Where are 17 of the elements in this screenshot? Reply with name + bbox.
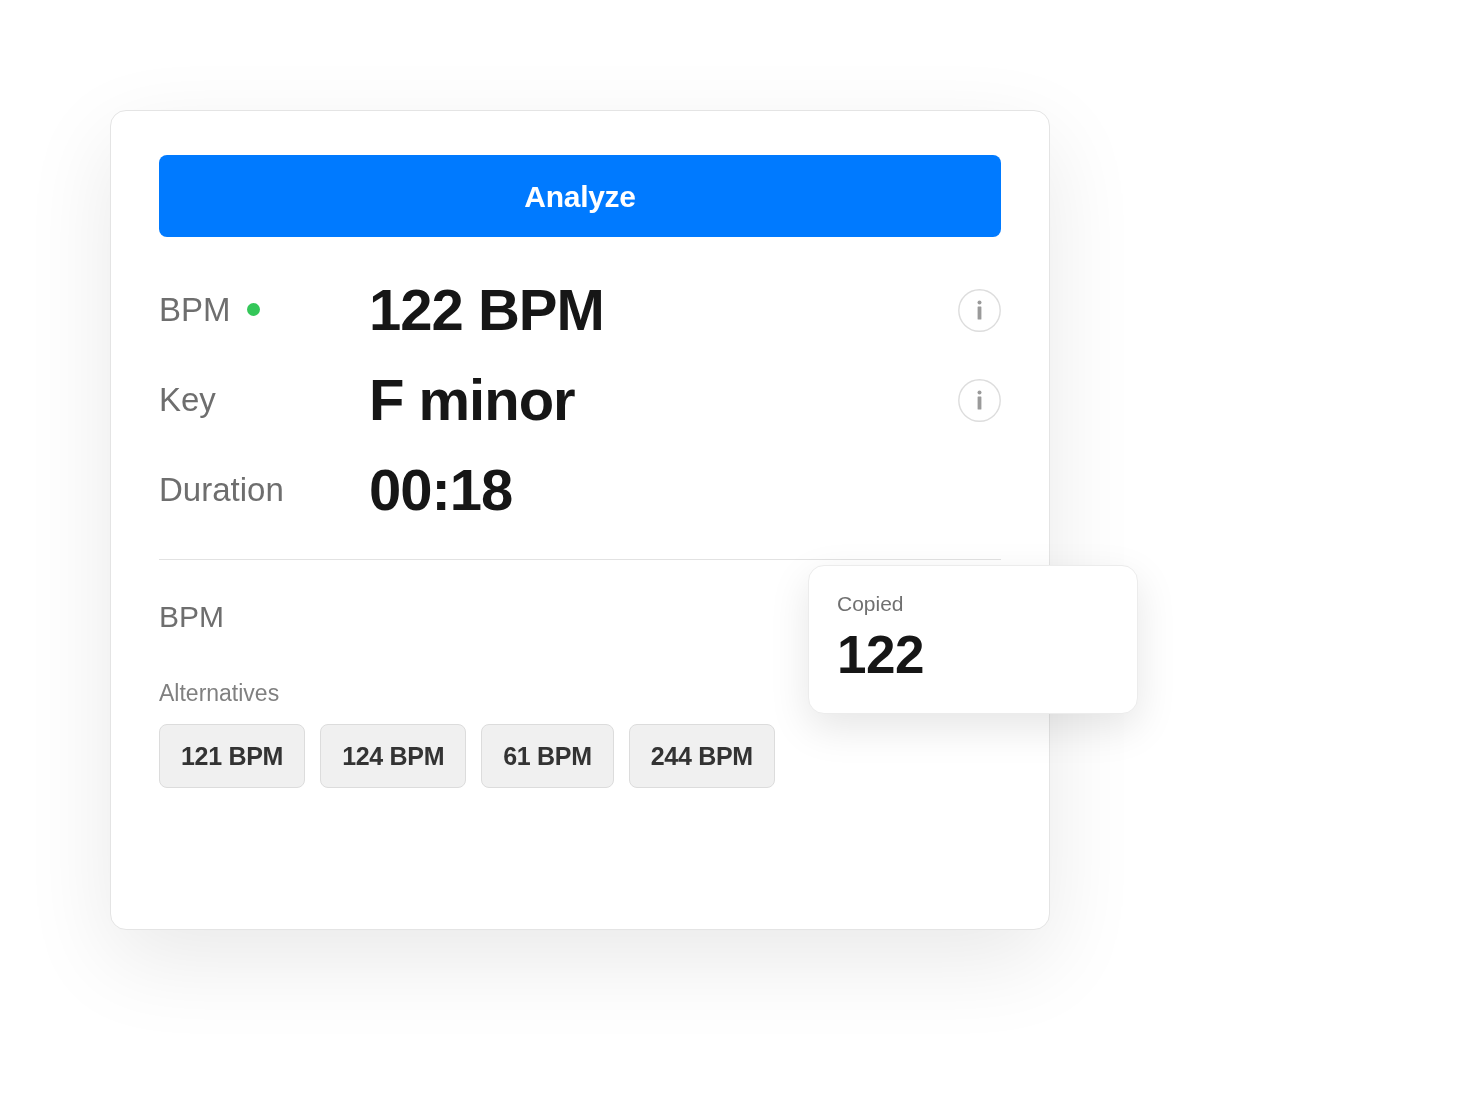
info-icon[interactable]: [958, 288, 1001, 332]
alternative-button[interactable]: 124 BPM: [320, 724, 467, 789]
result-value: 122 BPM: [369, 278, 604, 342]
result-value: F minor: [369, 368, 575, 432]
section-title: BPM: [159, 600, 224, 633]
analyze-button[interactable]: Analyze: [159, 155, 1001, 237]
alternatives-label: Alternatives: [159, 681, 280, 707]
result-value: 00:18: [369, 458, 513, 522]
toast-value: 122: [837, 626, 924, 685]
toast-label: Copied: [837, 592, 904, 616]
alternative-button[interactable]: 61 BPM: [481, 724, 614, 789]
result-label: BPM: [159, 291, 231, 329]
result-label: Key: [159, 381, 216, 419]
info-icon[interactable]: [958, 378, 1001, 422]
alternative-button[interactable]: 121 BPM: [159, 724, 306, 789]
alternative-button[interactable]: 244 BPM: [628, 724, 775, 789]
result-label: Duration: [159, 471, 284, 509]
